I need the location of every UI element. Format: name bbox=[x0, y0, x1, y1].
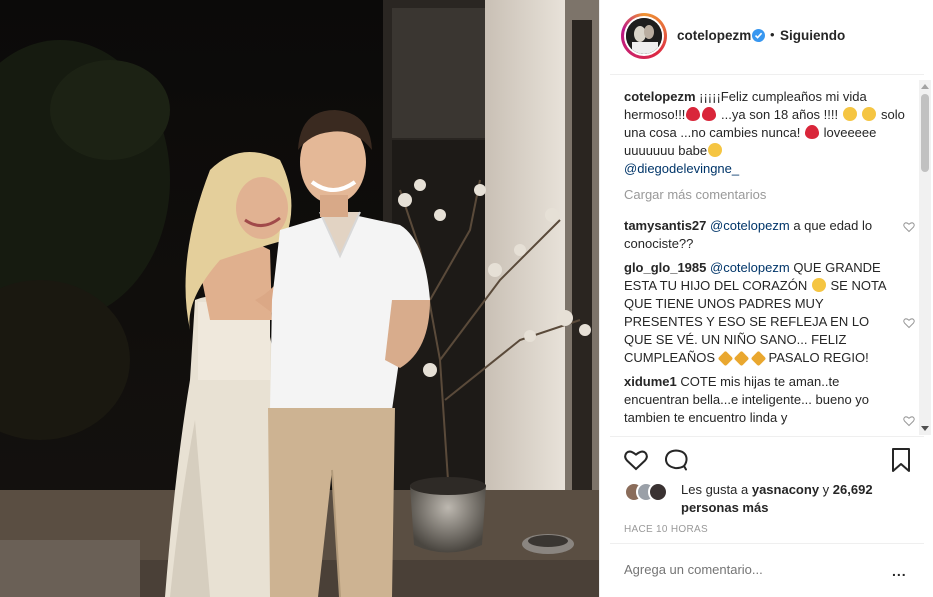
header-divider bbox=[610, 74, 924, 75]
comment-like-icon[interactable] bbox=[903, 415, 915, 427]
comment-item: glo_glo_1985 @cotelopezm QUE GRANDE ESTA… bbox=[624, 259, 919, 367]
post-photo-image bbox=[0, 0, 599, 597]
blush-emoji-icon bbox=[811, 278, 826, 292]
bookmark-icon[interactable] bbox=[887, 446, 915, 474]
party-popper-emoji-icon bbox=[750, 350, 767, 367]
comment-like-icon[interactable] bbox=[903, 221, 915, 233]
avatar bbox=[648, 482, 668, 502]
party-popper-emoji-icon bbox=[717, 350, 733, 367]
comment-username[interactable]: tamysantis27 bbox=[624, 218, 706, 233]
action-bar bbox=[600, 444, 933, 476]
blush-emoji-icon bbox=[708, 143, 723, 157]
caption: cotelopezm ¡¡¡¡¡Feliz cumpleaños mi vida… bbox=[624, 88, 919, 178]
likes-summary: Les gusta a yasnacony y 26,692 personas … bbox=[624, 480, 924, 518]
caption-text-2: ...ya son 18 años !!!! bbox=[721, 107, 839, 122]
scream-emoji-icon bbox=[842, 107, 857, 121]
heart-icon[interactable] bbox=[622, 446, 650, 474]
comment-item: xidume1 COTE mis hijas te aman..te encue… bbox=[624, 373, 919, 427]
comments-list: cotelopezm ¡¡¡¡¡Feliz cumpleaños mi vida… bbox=[624, 88, 919, 434]
comment-box-divider bbox=[610, 543, 924, 544]
caption-username[interactable]: cotelopezm bbox=[624, 89, 696, 104]
following-button[interactable]: Siguiendo bbox=[780, 28, 845, 43]
verified-badge-icon bbox=[752, 29, 765, 42]
comment-item: tamysantis27 @cotelopezm a que edad lo c… bbox=[624, 217, 919, 253]
comment-like-icon[interactable] bbox=[903, 317, 915, 329]
scroll-up-arrow-icon[interactable] bbox=[921, 84, 929, 89]
likes-text: Les gusta a yasnacony y 26,692 personas … bbox=[681, 481, 901, 517]
avatar-image bbox=[626, 18, 662, 54]
likes-user[interactable]: yasnacony bbox=[752, 482, 819, 497]
likes-prefix: Les gusta a bbox=[681, 482, 749, 497]
comment-username[interactable]: glo_glo_1985 bbox=[624, 260, 706, 275]
scroll-down-arrow-icon[interactable] bbox=[921, 426, 929, 431]
post-header: cotelopezm • Siguiendo bbox=[600, 0, 933, 74]
post-timestamp[interactable]: HACE 10 HORAS bbox=[624, 524, 708, 535]
comment-icon[interactable] bbox=[662, 446, 690, 474]
comment-mention[interactable]: @cotelopezm bbox=[710, 260, 790, 275]
scream-emoji-icon bbox=[862, 107, 877, 121]
heart-emoji-icon bbox=[702, 107, 717, 121]
header-separator: • bbox=[770, 27, 775, 42]
comment-text: PASALO REGIO! bbox=[768, 350, 869, 365]
header-username[interactable]: cotelopezm bbox=[677, 28, 751, 43]
comment-mention[interactable]: @cotelopezm bbox=[710, 218, 790, 233]
likes-conj: y bbox=[822, 482, 830, 497]
scrollbar-thumb[interactable] bbox=[921, 94, 929, 172]
liker-avatars[interactable] bbox=[624, 482, 668, 502]
comments-scrollbar[interactable] bbox=[919, 80, 931, 435]
post-side-panel: cotelopezm • Siguiendo cotelopezm ¡¡¡¡¡F… bbox=[599, 0, 933, 597]
comment-username[interactable]: xidume1 bbox=[624, 374, 677, 389]
caption-mention[interactable]: @diegodelevingne_ bbox=[624, 161, 739, 176]
avatar[interactable] bbox=[621, 13, 667, 59]
heart-emoji-icon bbox=[686, 107, 701, 121]
more-options-button[interactable]: ... bbox=[892, 563, 907, 579]
actions-divider bbox=[610, 436, 924, 437]
post-photo[interactable] bbox=[0, 0, 599, 597]
load-more-comments-button[interactable]: Cargar más comentarios bbox=[624, 186, 919, 204]
comment-input[interactable] bbox=[624, 562, 874, 577]
party-popper-emoji-icon bbox=[734, 350, 750, 367]
red-heart-emoji-icon bbox=[804, 125, 819, 139]
